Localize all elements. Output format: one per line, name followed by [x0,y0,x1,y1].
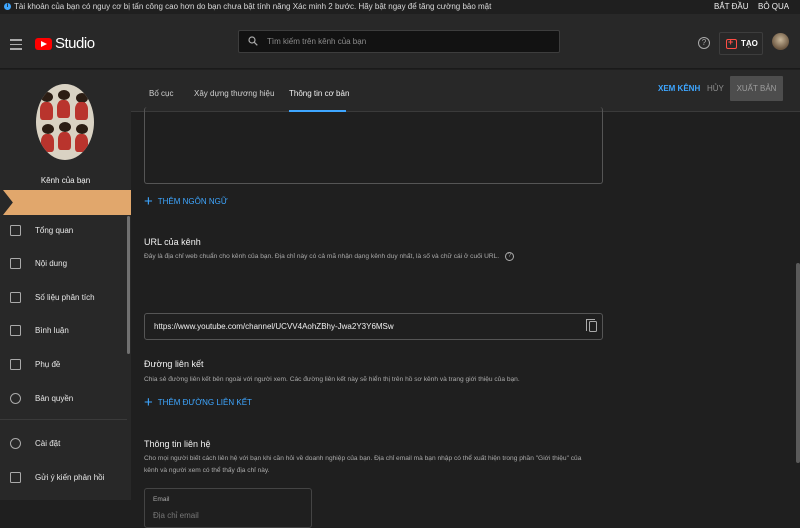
search-box[interactable] [238,30,560,53]
help-icon[interactable]: ? [505,251,515,261]
publish-button[interactable]: XUẤT BẢN [730,76,783,101]
tab-basic-info[interactable]: Thông tin cơ bản [289,89,349,98]
sidebar-item-copyright[interactable]: Bản quyền [0,387,127,409]
add-language-label: THÊM NGÔN NGỮ [157,197,228,206]
sidebar-item-analytics[interactable]: Số liệu phân tích [0,286,127,308]
email-field[interactable]: Email [144,488,312,528]
sidebar-scrollbar[interactable] [127,216,130,354]
add-link-button[interactable]: + THÊM ĐƯỜNG LIÊN KẾT [144,393,252,411]
help-icon[interactable]: ? [698,37,710,49]
channel-url-value[interactable]: https://www.youtube.com/channel/UCVV4Aoh… [154,322,394,331]
logo-text: Studio [55,35,95,52]
sidebar-item-label: Gửi ý kiến phản hồi [35,472,105,482]
plus-icon: + [144,393,153,411]
dashboard-icon [10,224,21,236]
comments-icon [10,324,21,336]
sidebar-item-content[interactable]: Nội dung [0,252,127,274]
search-icon [248,36,258,46]
tab-bar: Bố cục Xây dựng thương hiệu Thông tin cơ… [131,70,800,112]
links-section-description: Chia sẻ đường liên kết bên ngoài với ngư… [144,376,520,383]
sidebar-item-label: Phụ đề [35,359,61,369]
links-section-title: Đường liên kết [144,359,204,369]
url-section-description: Đây là địa chỉ web chuẩn cho kênh của bạ… [144,251,515,263]
create-label: TẠO [741,39,758,48]
account-avatar[interactable] [772,33,789,50]
sidebar: Kênh của bạn Tổng quan Nội dung Số liệu … [0,70,144,500]
sidebar-item-label: Bản quyền [35,393,74,403]
sidebar-item-label: Bình luận [35,325,69,335]
cancel-button[interactable]: HỦY [707,84,724,93]
main-scrollbar[interactable] [796,263,800,463]
plus-icon: + [144,192,153,210]
contact-description-line: kênh và người xem có thể thấy địa chỉ nà… [144,467,270,474]
sidebar-divider [0,419,127,420]
url-description-text: Đây là địa chỉ web chuẩn cho kênh của bạ… [144,253,500,260]
subtitles-icon [10,358,21,370]
contact-section-title: Thông tin liên hệ [144,439,211,449]
skip-button[interactable]: BỎ QUA [758,0,789,13]
info-icon: i [4,3,11,10]
tab-branding[interactable]: Xây dựng thương hiệu [194,89,274,98]
content-icon [10,257,21,269]
app-header: Studio ? TẠO [0,14,800,69]
search-input[interactable] [267,34,547,49]
email-input[interactable] [153,509,303,521]
sidebar-item-dashboard[interactable]: Tổng quan [0,219,127,241]
main-panel: Bố cục Xây dựng thương hiệu Thông tin cơ… [131,70,800,528]
channel-label: Kênh của bạn [40,176,91,185]
start-button[interactable]: BẮT ĐẦU [714,0,749,13]
sidebar-item-subtitles[interactable]: Phụ đề [0,353,127,375]
analytics-icon [10,291,21,303]
channel-avatar[interactable] [36,84,94,160]
channel-url-field[interactable]: https://www.youtube.com/channel/UCVV4Aoh… [144,313,603,340]
sidebar-item-label: Số liệu phân tích [35,292,95,302]
create-button[interactable]: TẠO [719,32,763,55]
sidebar-item-label: Nội dung [35,258,68,268]
copyright-icon [10,392,21,404]
settings-content: + THÊM NGÔN NGỮ URL của kênh Đây là địa … [131,107,800,528]
security-banner: i Tài khoản của bạn có nguy cơ bị tấn cô… [0,0,800,13]
sidebar-item-feedback[interactable]: Gửi ý kiến phản hồi [0,466,127,488]
contact-description-line: Cho mọi người biết cách liên hệ với bạn … [144,455,582,462]
view-channel-button[interactable]: XEM KÊNH [658,84,700,93]
url-section-title: URL của kênh [144,237,201,247]
add-language-button[interactable]: + THÊM NGÔN NGỮ [144,192,228,210]
studio-logo[interactable]: Studio [35,35,95,52]
channel-ribbon [3,190,144,215]
sidebar-item-comments[interactable]: Bình luận [0,319,127,341]
tab-layout[interactable]: Bố cục [149,89,173,98]
sidebar-item-label: Cài đặt [35,438,61,448]
sidebar-item-label: Tổng quan [35,225,74,235]
gear-icon [10,437,21,449]
feedback-icon [10,471,21,483]
youtube-play-icon [35,37,52,50]
contact-section-description: Cho mọi người biết cách liên hệ với bạn … [144,453,581,477]
menu-icon[interactable] [10,39,22,53]
add-link-label: THÊM ĐƯỜNG LIÊN KẾT [157,398,252,407]
copy-icon[interactable] [586,319,597,332]
sidebar-item-settings[interactable]: Cài đặt [0,432,127,454]
create-video-icon [726,37,737,49]
description-textarea[interactable] [144,107,603,184]
banner-message: Tài khoản của bạn có nguy cơ bị tấn công… [14,2,492,11]
